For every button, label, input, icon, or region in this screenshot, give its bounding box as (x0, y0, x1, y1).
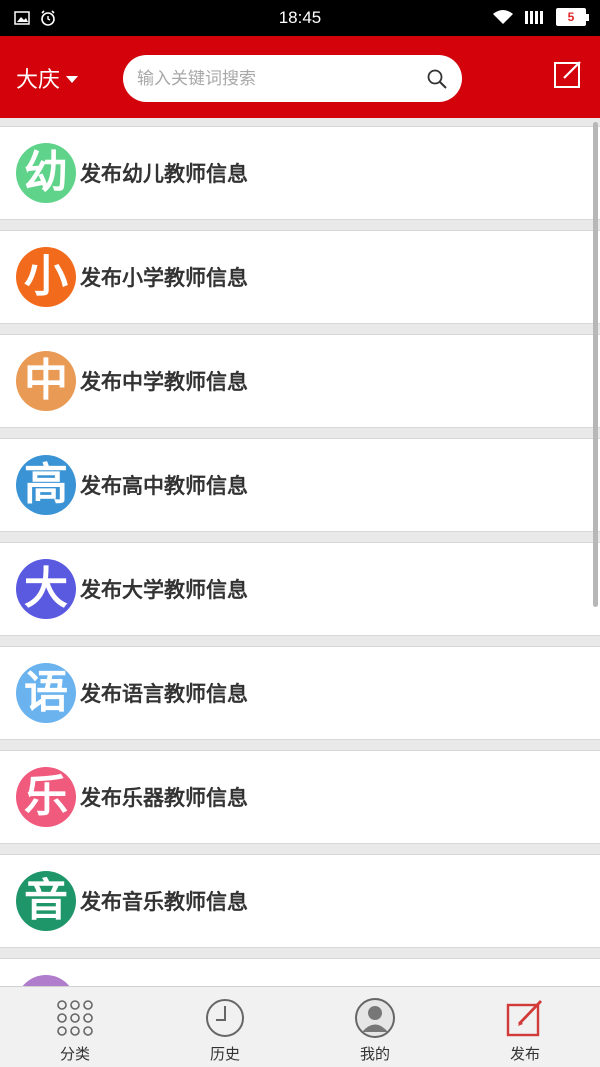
publish-icon (506, 1000, 543, 1037)
list-item-label: 发布语言教师信息 (80, 682, 248, 706)
tab-category[interactable]: 分类 (0, 987, 150, 1067)
category-list: 幼 发布幼儿教师信息 小 发布小学教师信息 中 发布中学教师信息 高 发布高中教… (0, 118, 600, 986)
list-item-instrument[interactable]: 乐 发布乐器教师信息 (0, 750, 600, 844)
list-item-high-school[interactable]: 高 发布高中教师信息 (0, 438, 600, 532)
list-item-primary-school[interactable]: 小 发布小学教师信息 (0, 230, 600, 324)
university-avatar-icon: 大 (16, 559, 76, 619)
wifi-icon (493, 10, 513, 24)
tab-label: 我的 (359, 1045, 390, 1063)
list-item-label: 发布小学教师信息 (80, 266, 248, 290)
list-item-partial[interactable] (0, 958, 600, 986)
tab-label: 发布 (509, 1045, 540, 1063)
status-bar: 18:45 5 (0, 0, 600, 36)
city-selector[interactable]: 大庆 (16, 62, 79, 94)
instrument-avatar-icon: 乐 (16, 767, 76, 827)
list-item-label: 发布大学教师信息 (80, 578, 248, 602)
search-bar[interactable] (123, 55, 462, 102)
tab-mine[interactable]: 我的 (300, 987, 450, 1067)
tab-history[interactable]: 历史 (150, 987, 300, 1067)
bottom-tab-bar: 分类 历史 我的 发布 (0, 986, 600, 1067)
edit-icon[interactable] (552, 58, 584, 90)
list-item-music[interactable]: 音 发布音乐教师信息 (0, 854, 600, 948)
clock-icon (206, 999, 244, 1037)
language-avatar-icon: 语 (16, 663, 76, 723)
grid-icon (57, 1000, 93, 1036)
app-header: 大庆 (0, 36, 600, 118)
search-icon[interactable] (426, 68, 448, 90)
caret-down-icon (66, 75, 79, 83)
list-item-label: 发布高中教师信息 (80, 474, 248, 498)
list-item-label: 发布乐器教师信息 (80, 786, 248, 810)
high-school-avatar-icon: 高 (16, 455, 76, 515)
kindergarten-avatar-icon: 幼 (16, 143, 76, 203)
primary-school-avatar-icon: 小 (16, 247, 76, 307)
signal-icon (525, 11, 543, 24)
user-icon (355, 998, 395, 1038)
battery-icon: 5 (556, 8, 589, 26)
tab-label: 历史 (209, 1045, 240, 1063)
scrollbar[interactable] (593, 122, 598, 607)
tab-label: 分类 (59, 1045, 90, 1063)
list-item-label: 发布幼儿教师信息 (80, 162, 248, 186)
list-item-label: 发布音乐教师信息 (80, 890, 248, 914)
search-input[interactable] (137, 68, 426, 89)
list-item-middle-school[interactable]: 中 发布中学教师信息 (0, 334, 600, 428)
list-item-university[interactable]: 大 发布大学教师信息 (0, 542, 600, 636)
music-avatar-icon: 音 (16, 871, 76, 931)
list-item-kindergarten[interactable]: 幼 发布幼儿教师信息 (0, 126, 600, 220)
city-label: 大庆 (16, 68, 61, 93)
middle-school-avatar-icon: 中 (16, 351, 76, 411)
tab-publish[interactable]: 发布 (450, 987, 600, 1067)
partial-avatar-icon (16, 975, 76, 986)
list-item-label: 发布中学教师信息 (80, 370, 248, 394)
list-item-language[interactable]: 语 发布语言教师信息 (0, 646, 600, 740)
